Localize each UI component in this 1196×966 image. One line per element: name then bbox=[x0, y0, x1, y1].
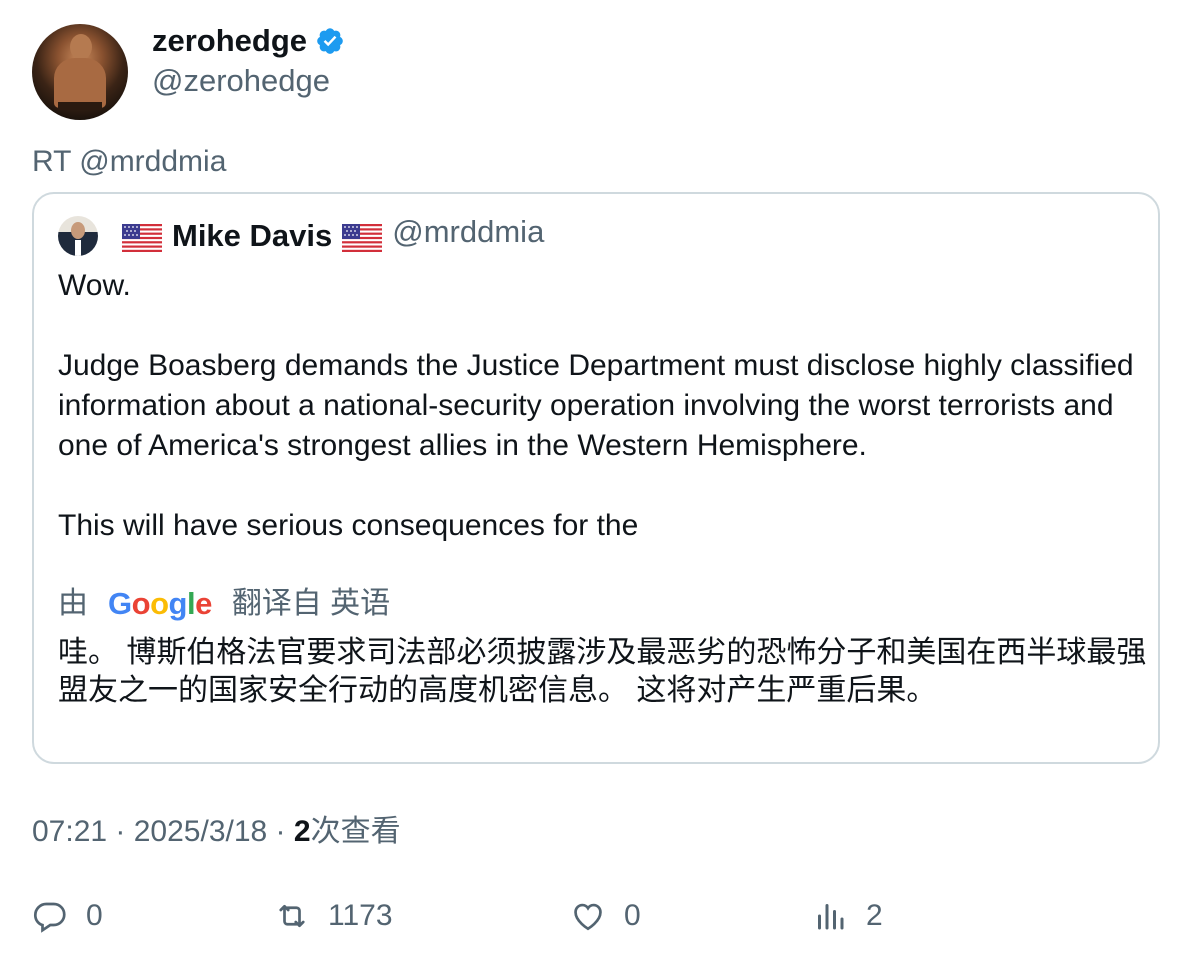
analytics-button[interactable]: 2 bbox=[812, 898, 883, 934]
heart-icon bbox=[574, 903, 602, 931]
tweet-time[interactable]: 07:21 bbox=[32, 815, 107, 848]
quoted-text-paragraph: This will have serious consequences for … bbox=[58, 509, 639, 542]
reply-count: 0 bbox=[86, 899, 103, 932]
author-handle[interactable]: @zerohedge bbox=[152, 62, 330, 100]
quoted-author-handle[interactable]: @mrddmia bbox=[392, 212, 544, 252]
tweet-date[interactable]: 2025/3/18 bbox=[134, 815, 267, 848]
like-button[interactable]: 0 bbox=[570, 898, 641, 934]
retweet-button[interactable]: 1173 bbox=[274, 898, 393, 934]
translated-text: 哇。 博斯伯格法官要求司法部必须披露涉及最恶劣的恐怖分子和美国在西半球最强盟友之… bbox=[58, 636, 1147, 707]
quoted-author-avatar[interactable] bbox=[58, 216, 98, 256]
quoted-text-paragraph: Judge Boasberg demands the Justice Depar… bbox=[58, 349, 1134, 462]
quoted-text-line: Wow. bbox=[58, 269, 131, 302]
quoted-author-header[interactable]: Mike Davis @mrddmia bbox=[122, 214, 544, 256]
quoted-tweet-text: Wow. Judge Boasberg demands the Justice … bbox=[58, 266, 1148, 546]
author-name[interactable]: zerohedge bbox=[152, 22, 345, 60]
google-logo: Google bbox=[108, 586, 212, 621]
verified-badge-icon bbox=[317, 28, 343, 54]
views-label: 次查看 bbox=[310, 815, 401, 848]
analytics-icon bbox=[818, 904, 844, 930]
analytics-count: 2 bbox=[866, 899, 883, 932]
retweet-icon bbox=[279, 904, 305, 928]
quoted-author-name[interactable]: Mike Davis bbox=[172, 216, 332, 256]
retweet-label: RT @mrddmia bbox=[32, 145, 227, 178]
reply-button[interactable]: 0 bbox=[32, 898, 103, 934]
translation-source-language: 翻译自 英语 bbox=[231, 587, 391, 620]
us-flag-icon bbox=[122, 222, 162, 252]
author-name-text[interactable]: zerohedge bbox=[152, 22, 307, 60]
tweet-metadata: 07:21 · 2025/3/18 · 2次查看 bbox=[32, 815, 401, 848]
like-count: 0 bbox=[624, 899, 641, 932]
retweet-count: 1173 bbox=[328, 899, 393, 932]
translated-by-line: 由 Google 翻译自 英语 bbox=[58, 584, 390, 624]
us-flag-icon bbox=[342, 222, 383, 252]
views-count: 2 bbox=[293, 815, 311, 848]
action-bar: 0 1173 0 2 bbox=[32, 898, 1162, 942]
author-avatar[interactable] bbox=[32, 24, 128, 120]
reply-icon bbox=[33, 902, 66, 933]
translation-prefix: 由 bbox=[58, 587, 88, 620]
quoted-tweet-card[interactable]: Mike Davis @mrddmia Wow. Judge Boasberg … bbox=[32, 192, 1160, 764]
